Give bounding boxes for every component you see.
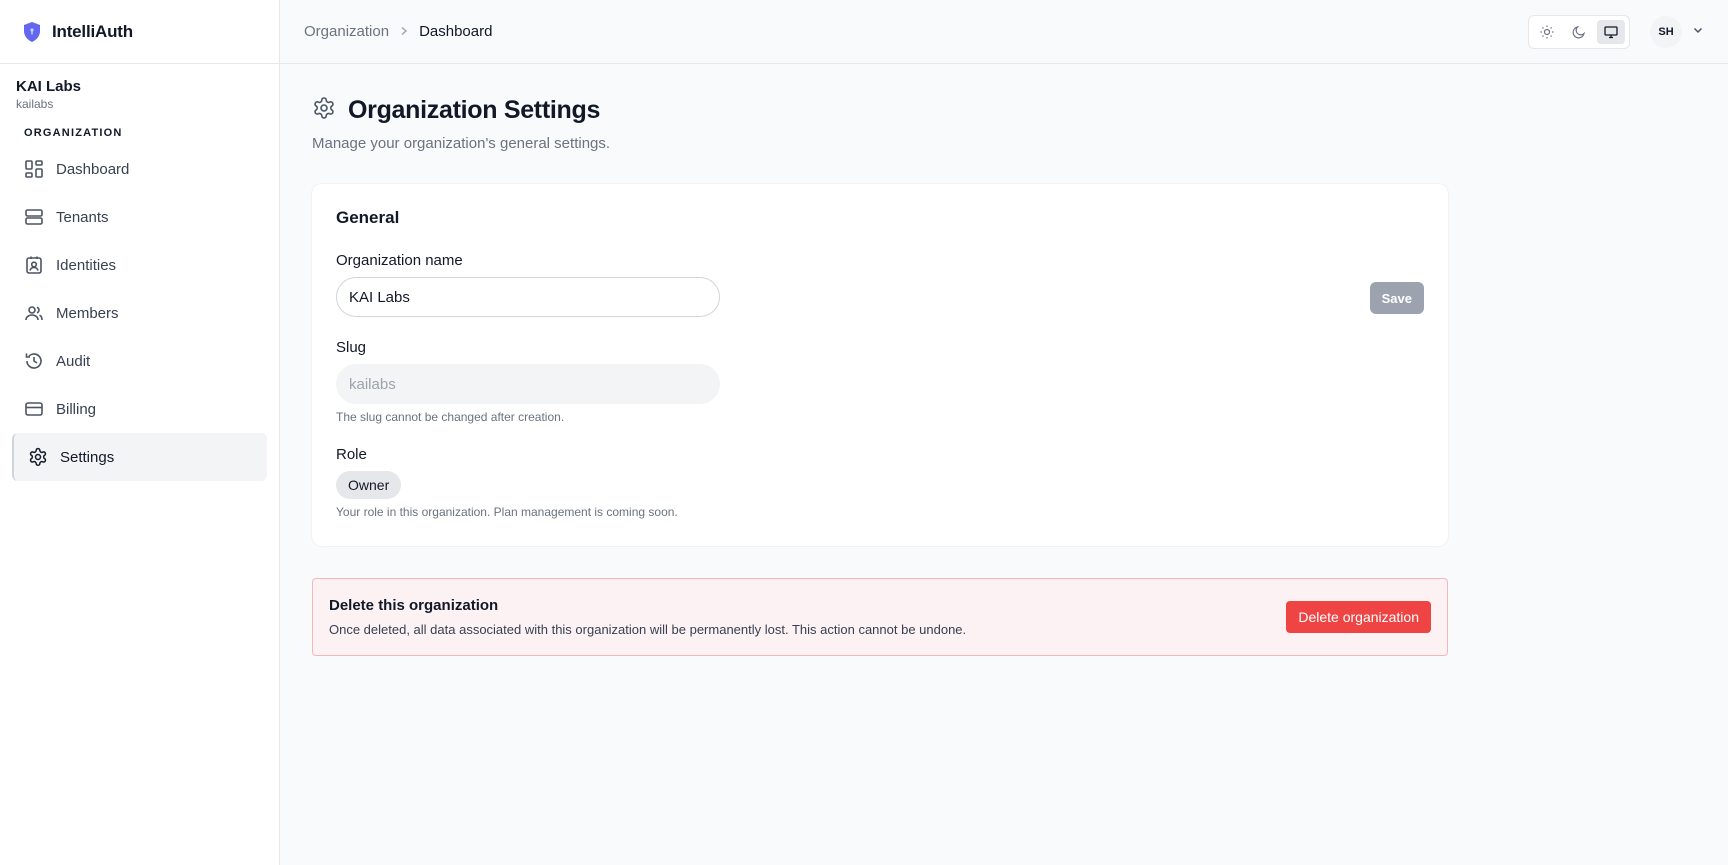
history-icon xyxy=(24,351,44,371)
gear-icon xyxy=(28,447,48,467)
sidebar-item-label: Identities xyxy=(56,256,117,274)
breadcrumb: Organization Dashboard xyxy=(304,23,492,40)
page-header: Organization Settings xyxy=(312,96,1448,125)
sidebar-item-members[interactable]: Members xyxy=(12,289,267,337)
sidebar: IntelliAuth KAI Labs kailabs ORGANIZATIO… xyxy=(0,0,280,865)
sidebar-item-settings[interactable]: Settings xyxy=(12,433,267,481)
danger-zone-text: Delete this organization Once deleted, a… xyxy=(329,597,1286,637)
sidebar-item-label: Settings xyxy=(60,448,115,466)
contact-icon xyxy=(24,255,44,275)
breadcrumb-dashboard: Dashboard xyxy=(419,23,493,40)
sidebar-item-label: Tenants xyxy=(56,208,109,226)
user-menu[interactable]: SH xyxy=(1650,15,1704,48)
sidebar-item-label: Audit xyxy=(56,352,91,370)
chevron-down-icon xyxy=(1692,23,1704,41)
org-name-label: Organization name xyxy=(336,252,463,269)
server-icon xyxy=(24,207,44,227)
sidebar-item-tenants[interactable]: Tenants xyxy=(12,193,267,241)
sidebar-item-billing[interactable]: Billing xyxy=(12,385,267,433)
role-badge: Owner xyxy=(336,471,402,499)
moon-icon[interactable] xyxy=(1565,20,1593,44)
nav-section-label: ORGANIZATION xyxy=(24,127,123,139)
slug-hint: The slug cannot be changed after creatio… xyxy=(336,410,565,424)
general-settings-card: General Organization name KAI Labs Save … xyxy=(312,184,1448,546)
sidebar-item-dashboard[interactable]: Dashboard xyxy=(12,145,267,193)
gear-icon xyxy=(312,96,336,125)
sidebar-item-label: Members xyxy=(56,304,119,322)
breadcrumb-organization[interactable]: Organization xyxy=(304,23,389,40)
slug-input: kailabs xyxy=(336,364,720,404)
avatar: SH xyxy=(1650,15,1682,48)
sidebar-item-identities[interactable]: Identities xyxy=(12,241,267,289)
danger-zone-title: Delete this organization xyxy=(329,597,499,614)
sidebar-item-audit[interactable]: Audit xyxy=(12,337,267,385)
header-actions: SH xyxy=(1528,14,1704,49)
users-icon xyxy=(24,303,44,323)
chevron-right-icon xyxy=(399,25,409,39)
app-name: IntelliAuth xyxy=(52,21,133,41)
slug-label: Slug xyxy=(336,339,367,356)
monitor-icon[interactable] xyxy=(1597,19,1625,44)
page-title: Organization Settings xyxy=(348,96,601,124)
danger-zone: Delete this organization Once deleted, a… xyxy=(312,578,1448,656)
org-name: KAI Labs xyxy=(16,78,82,95)
theme-switcher xyxy=(1528,14,1630,49)
sidebar-item-label: Dashboard xyxy=(56,160,130,178)
sun-icon[interactable] xyxy=(1533,20,1561,44)
page-subtitle: Manage your organization's general setti… xyxy=(312,135,611,152)
role-hint: Your role in this organization. Plan man… xyxy=(336,505,678,519)
sidebar-nav: Dashboard Tenants Identities Members Aud… xyxy=(0,145,279,481)
delete-organization-button[interactable]: Delete organization xyxy=(1286,601,1431,633)
org-slug: kailabs xyxy=(16,97,54,111)
main-content: Organization Settings Manage your organi… xyxy=(312,96,1448,656)
top-header: Organization Dashboard SH xyxy=(280,0,1728,64)
sidebar-item-label: Billing xyxy=(56,400,97,418)
org-name-input[interactable]: KAI Labs xyxy=(336,277,720,317)
card-title: General xyxy=(336,208,400,227)
org-switcher[interactable]: KAI Labs kailabs xyxy=(0,64,279,111)
brand[interactable]: IntelliAuth xyxy=(0,0,279,64)
shield-logo-icon xyxy=(22,21,42,43)
save-button[interactable]: Save xyxy=(1369,282,1424,314)
credit-card-icon xyxy=(24,399,44,419)
role-label: Role xyxy=(336,446,367,463)
danger-zone-description: Once deleted, all data associated with t… xyxy=(329,622,967,637)
dashboard-icon xyxy=(24,159,44,179)
